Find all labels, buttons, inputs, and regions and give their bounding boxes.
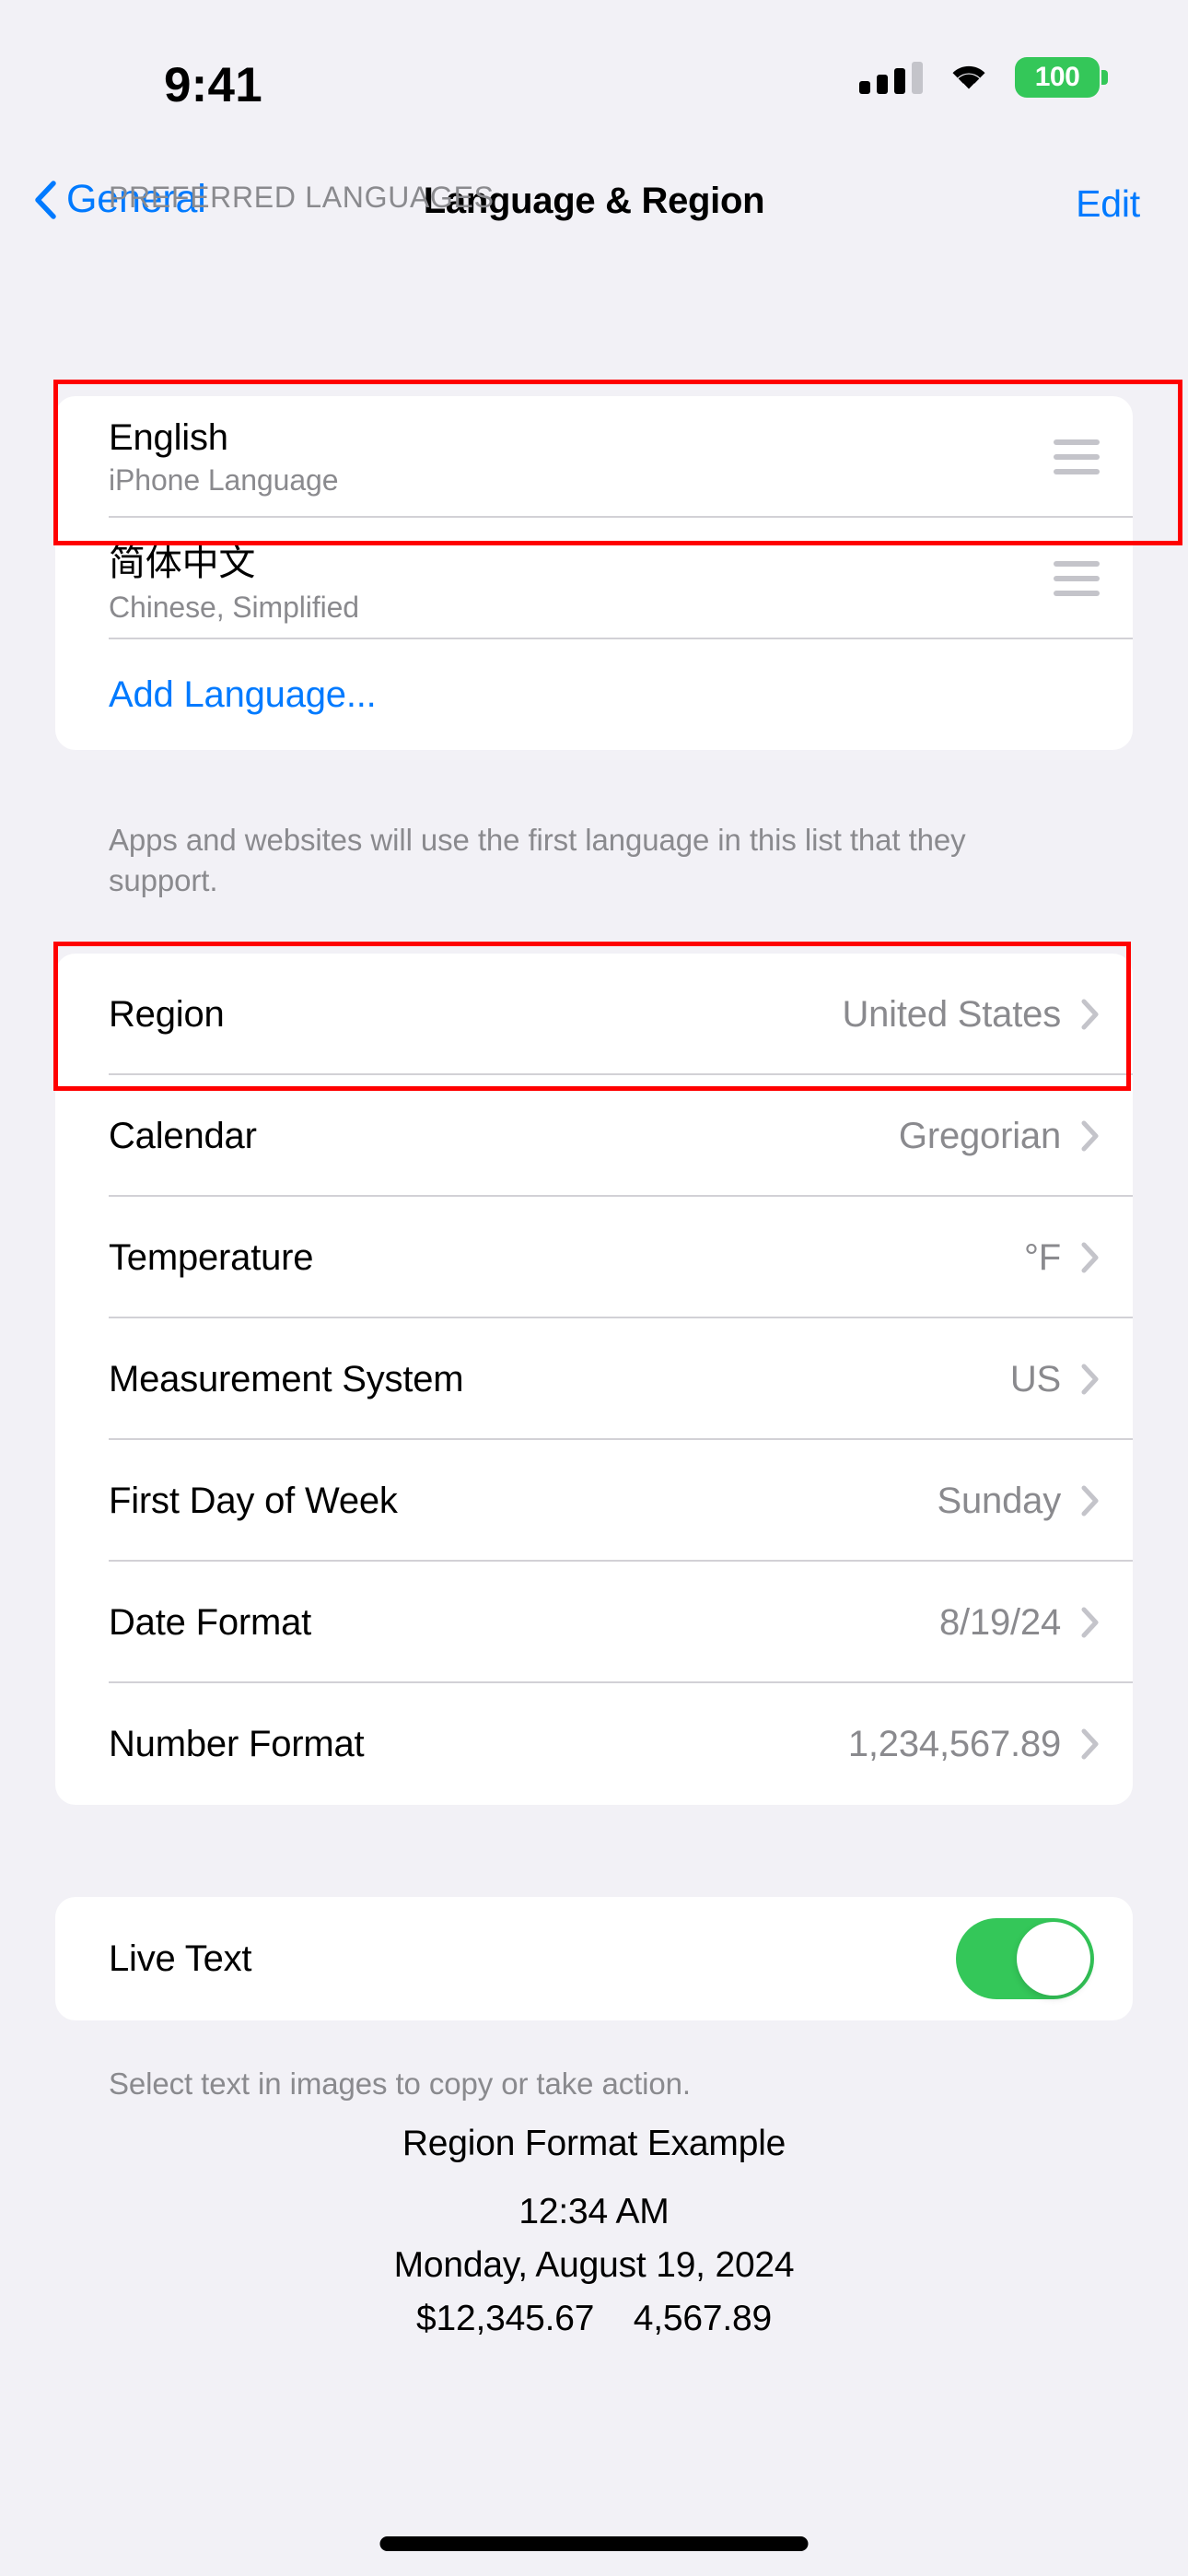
- status-bar-time: 9:41: [164, 58, 262, 112]
- iphone-settings-screen: 9:41 100 General Language & Region Edit …: [0, 0, 1188, 2576]
- row-label: Date Format: [109, 1601, 312, 1643]
- preferred-languages-footer: Apps and websites will use the first lan…: [109, 823, 966, 897]
- temperature-row[interactable]: Temperature °F: [55, 1197, 1133, 1318]
- toggle-knob: [1017, 1922, 1090, 1996]
- row-label: Calendar: [109, 1115, 257, 1156]
- battery-percent-label: 100: [1034, 62, 1080, 92]
- chevron-right-icon: [1081, 1485, 1100, 1516]
- language-name: English: [109, 416, 228, 458]
- row-label: Measurement System: [109, 1358, 464, 1399]
- chevron-right-icon: [1081, 999, 1100, 1030]
- live-text-label: Live Text: [109, 1938, 252, 1979]
- edit-button[interactable]: Edit: [1076, 182, 1140, 226]
- row-value: 8/19/24: [938, 1601, 1061, 1643]
- chevron-right-icon: [1081, 1120, 1100, 1152]
- live-text-card: Live Text: [55, 1897, 1133, 2020]
- chevron-right-icon: [1081, 1728, 1100, 1760]
- navigation-bar: General Language & Region Edit: [0, 164, 1188, 265]
- region-settings-card: Region United States Calendar Gregorian …: [55, 954, 1133, 1805]
- region-format-example-title: Region Format Example: [402, 2124, 786, 2163]
- language-subtitle: iPhone Language: [109, 463, 339, 497]
- chevron-right-icon: [1081, 1364, 1100, 1395]
- drag-handle-icon[interactable]: [1054, 439, 1100, 474]
- row-value: Gregorian: [898, 1115, 1061, 1156]
- add-language-row[interactable]: Add Language...: [55, 639, 1133, 750]
- row-value: United States: [842, 993, 1061, 1035]
- row-value: US: [1009, 1358, 1061, 1399]
- live-text-footer: Select text in images to copy or take ac…: [109, 2067, 691, 2101]
- english-language-row[interactable]: English iPhone Language: [55, 396, 1133, 518]
- home-indicator: [379, 2536, 809, 2551]
- language-name: 简体中文: [109, 543, 256, 583]
- number-format-row[interactable]: Number Format 1,234,567.89: [55, 1683, 1133, 1805]
- status-bar: 9:41 100: [0, 0, 1188, 138]
- region-format-example-date: Monday, August 19, 2024: [393, 2245, 795, 2285]
- calendar-row[interactable]: Calendar Gregorian: [55, 1075, 1133, 1197]
- add-language-label: Add Language...: [109, 673, 377, 715]
- chevron-right-icon: [1081, 1607, 1100, 1638]
- preferred-languages-card: English iPhone Language 简体中文 Chinese, Si…: [55, 396, 1133, 750]
- row-value: 1,234,567.89: [847, 1723, 1061, 1764]
- row-label: Number Format: [109, 1723, 365, 1764]
- row-label: Temperature: [109, 1236, 314, 1278]
- first-day-of-week-row[interactable]: First Day of Week Sunday: [55, 1440, 1133, 1562]
- row-value: °F: [1023, 1236, 1061, 1278]
- chevron-right-icon: [1081, 1242, 1100, 1273]
- region-row[interactable]: Region United States: [55, 954, 1133, 1075]
- live-text-row[interactable]: Live Text: [55, 1897, 1133, 2020]
- preferred-languages-header: PREFERRED LANGUAGES: [109, 181, 495, 214]
- measurement-system-row[interactable]: Measurement System US: [55, 1318, 1133, 1440]
- row-label: Region: [109, 993, 225, 1035]
- row-label: First Day of Week: [109, 1480, 398, 1521]
- date-format-row[interactable]: Date Format 8/19/24: [55, 1562, 1133, 1683]
- status-bar-indicators: 100: [859, 57, 1108, 98]
- region-format-example-time: 12:34 AM: [518, 2192, 670, 2231]
- cellular-signal-icon: [859, 61, 923, 94]
- drag-handle-icon[interactable]: [1054, 561, 1100, 596]
- row-value: Sunday: [937, 1480, 1062, 1521]
- wifi-icon: [947, 61, 991, 94]
- region-format-example-numbers: $12,345.67 4,567.89: [416, 2299, 772, 2338]
- live-text-toggle[interactable]: [956, 1918, 1094, 1999]
- battery-icon: 100: [1015, 57, 1108, 98]
- language-subtitle: Chinese, Simplified: [109, 591, 360, 624]
- chinese-language-row[interactable]: 简体中文 Chinese, Simplified: [55, 518, 1133, 639]
